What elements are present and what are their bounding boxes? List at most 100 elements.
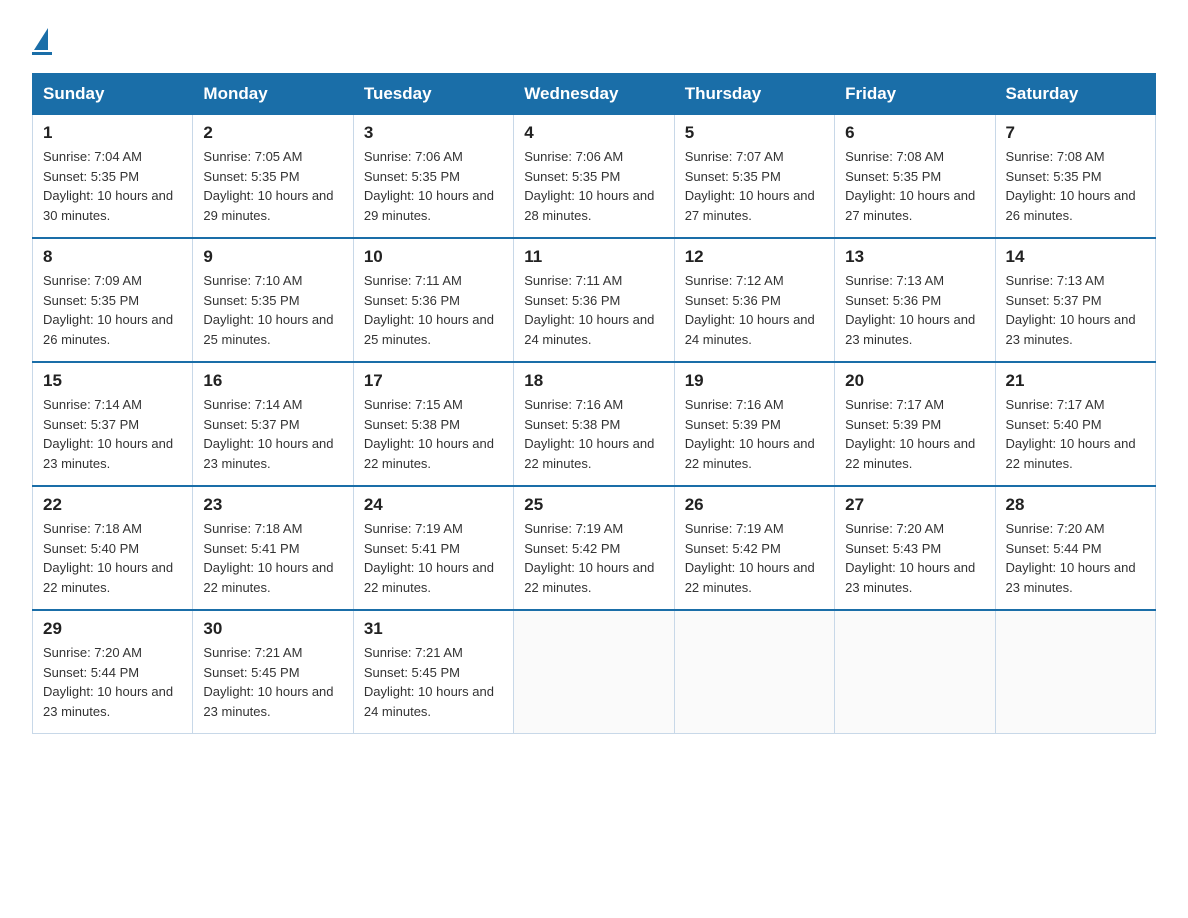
calendar-day-cell: 23 Sunrise: 7:18 AM Sunset: 5:41 PM Dayl… [193,486,353,610]
day-info: Sunrise: 7:08 AM Sunset: 5:35 PM Dayligh… [1006,147,1145,225]
day-number: 12 [685,247,824,267]
day-info: Sunrise: 7:08 AM Sunset: 5:35 PM Dayligh… [845,147,984,225]
weekday-header-cell: Monday [193,74,353,115]
day-number: 5 [685,123,824,143]
day-number: 20 [845,371,984,391]
day-number: 18 [524,371,663,391]
calendar-day-cell: 15 Sunrise: 7:14 AM Sunset: 5:37 PM Dayl… [33,362,193,486]
logo-triangle-icon [34,28,48,50]
calendar-day-cell [674,610,834,734]
day-info: Sunrise: 7:06 AM Sunset: 5:35 PM Dayligh… [364,147,503,225]
calendar-day-cell: 5 Sunrise: 7:07 AM Sunset: 5:35 PM Dayli… [674,115,834,239]
calendar-day-cell: 21 Sunrise: 7:17 AM Sunset: 5:40 PM Dayl… [995,362,1155,486]
calendar-day-cell: 29 Sunrise: 7:20 AM Sunset: 5:44 PM Dayl… [33,610,193,734]
weekday-header-cell: Friday [835,74,995,115]
day-info: Sunrise: 7:04 AM Sunset: 5:35 PM Dayligh… [43,147,182,225]
day-info: Sunrise: 7:20 AM Sunset: 5:44 PM Dayligh… [43,643,182,721]
day-info: Sunrise: 7:05 AM Sunset: 5:35 PM Dayligh… [203,147,342,225]
day-info: Sunrise: 7:20 AM Sunset: 5:44 PM Dayligh… [1006,519,1145,597]
calendar-day-cell: 12 Sunrise: 7:12 AM Sunset: 5:36 PM Dayl… [674,238,834,362]
day-number: 11 [524,247,663,267]
day-info: Sunrise: 7:06 AM Sunset: 5:35 PM Dayligh… [524,147,663,225]
day-info: Sunrise: 7:16 AM Sunset: 5:39 PM Dayligh… [685,395,824,473]
day-number: 30 [203,619,342,639]
day-number: 27 [845,495,984,515]
calendar-day-cell: 22 Sunrise: 7:18 AM Sunset: 5:40 PM Dayl… [33,486,193,610]
calendar-day-cell: 24 Sunrise: 7:19 AM Sunset: 5:41 PM Dayl… [353,486,513,610]
day-info: Sunrise: 7:17 AM Sunset: 5:40 PM Dayligh… [1006,395,1145,473]
day-number: 31 [364,619,503,639]
calendar-day-cell: 18 Sunrise: 7:16 AM Sunset: 5:38 PM Dayl… [514,362,674,486]
calendar-day-cell: 16 Sunrise: 7:14 AM Sunset: 5:37 PM Dayl… [193,362,353,486]
day-number: 17 [364,371,503,391]
logo [32,24,52,55]
day-info: Sunrise: 7:12 AM Sunset: 5:36 PM Dayligh… [685,271,824,349]
calendar-day-cell: 19 Sunrise: 7:16 AM Sunset: 5:39 PM Dayl… [674,362,834,486]
weekday-header-cell: Wednesday [514,74,674,115]
calendar-day-cell: 6 Sunrise: 7:08 AM Sunset: 5:35 PM Dayli… [835,115,995,239]
day-number: 19 [685,371,824,391]
weekday-header-cell: Sunday [33,74,193,115]
calendar-day-cell: 31 Sunrise: 7:21 AM Sunset: 5:45 PM Dayl… [353,610,513,734]
day-info: Sunrise: 7:18 AM Sunset: 5:40 PM Dayligh… [43,519,182,597]
day-info: Sunrise: 7:14 AM Sunset: 5:37 PM Dayligh… [43,395,182,473]
day-number: 8 [43,247,182,267]
calendar-day-cell: 17 Sunrise: 7:15 AM Sunset: 5:38 PM Dayl… [353,362,513,486]
day-info: Sunrise: 7:10 AM Sunset: 5:35 PM Dayligh… [203,271,342,349]
calendar-day-cell: 28 Sunrise: 7:20 AM Sunset: 5:44 PM Dayl… [995,486,1155,610]
day-info: Sunrise: 7:17 AM Sunset: 5:39 PM Dayligh… [845,395,984,473]
weekday-header-cell: Tuesday [353,74,513,115]
day-number: 25 [524,495,663,515]
calendar-day-cell [995,610,1155,734]
calendar-day-cell: 4 Sunrise: 7:06 AM Sunset: 5:35 PM Dayli… [514,115,674,239]
day-number: 15 [43,371,182,391]
day-number: 29 [43,619,182,639]
logo-underline [32,52,52,55]
calendar-day-cell: 10 Sunrise: 7:11 AM Sunset: 5:36 PM Dayl… [353,238,513,362]
day-number: 10 [364,247,503,267]
day-info: Sunrise: 7:15 AM Sunset: 5:38 PM Dayligh… [364,395,503,473]
day-info: Sunrise: 7:11 AM Sunset: 5:36 PM Dayligh… [524,271,663,349]
calendar-day-cell: 13 Sunrise: 7:13 AM Sunset: 5:36 PM Dayl… [835,238,995,362]
day-info: Sunrise: 7:19 AM Sunset: 5:41 PM Dayligh… [364,519,503,597]
day-number: 21 [1006,371,1145,391]
weekday-header-row: SundayMondayTuesdayWednesdayThursdayFrid… [33,74,1156,115]
day-number: 9 [203,247,342,267]
calendar-day-cell: 8 Sunrise: 7:09 AM Sunset: 5:35 PM Dayli… [33,238,193,362]
day-number: 23 [203,495,342,515]
weekday-header-cell: Thursday [674,74,834,115]
calendar-day-cell: 14 Sunrise: 7:13 AM Sunset: 5:37 PM Dayl… [995,238,1155,362]
calendar-week-row: 1 Sunrise: 7:04 AM Sunset: 5:35 PM Dayli… [33,115,1156,239]
calendar-day-cell: 3 Sunrise: 7:06 AM Sunset: 5:35 PM Dayli… [353,115,513,239]
day-number: 22 [43,495,182,515]
calendar-day-cell: 1 Sunrise: 7:04 AM Sunset: 5:35 PM Dayli… [33,115,193,239]
day-number: 2 [203,123,342,143]
day-info: Sunrise: 7:21 AM Sunset: 5:45 PM Dayligh… [364,643,503,721]
day-info: Sunrise: 7:19 AM Sunset: 5:42 PM Dayligh… [685,519,824,597]
day-number: 1 [43,123,182,143]
day-info: Sunrise: 7:13 AM Sunset: 5:36 PM Dayligh… [845,271,984,349]
day-number: 14 [1006,247,1145,267]
header [32,24,1156,55]
day-info: Sunrise: 7:11 AM Sunset: 5:36 PM Dayligh… [364,271,503,349]
day-number: 28 [1006,495,1145,515]
calendar-day-cell: 25 Sunrise: 7:19 AM Sunset: 5:42 PM Dayl… [514,486,674,610]
day-number: 3 [364,123,503,143]
calendar-day-cell: 11 Sunrise: 7:11 AM Sunset: 5:36 PM Dayl… [514,238,674,362]
calendar-week-row: 22 Sunrise: 7:18 AM Sunset: 5:40 PM Dayl… [33,486,1156,610]
weekday-header-cell: Saturday [995,74,1155,115]
calendar-day-cell [835,610,995,734]
calendar-day-cell: 9 Sunrise: 7:10 AM Sunset: 5:35 PM Dayli… [193,238,353,362]
calendar-day-cell [514,610,674,734]
day-number: 16 [203,371,342,391]
day-info: Sunrise: 7:19 AM Sunset: 5:42 PM Dayligh… [524,519,663,597]
day-number: 24 [364,495,503,515]
calendar-day-cell: 27 Sunrise: 7:20 AM Sunset: 5:43 PM Dayl… [835,486,995,610]
day-number: 7 [1006,123,1145,143]
day-number: 4 [524,123,663,143]
day-info: Sunrise: 7:18 AM Sunset: 5:41 PM Dayligh… [203,519,342,597]
day-info: Sunrise: 7:21 AM Sunset: 5:45 PM Dayligh… [203,643,342,721]
calendar-body: 1 Sunrise: 7:04 AM Sunset: 5:35 PM Dayli… [33,115,1156,734]
calendar-day-cell: 2 Sunrise: 7:05 AM Sunset: 5:35 PM Dayli… [193,115,353,239]
calendar-table: SundayMondayTuesdayWednesdayThursdayFrid… [32,73,1156,734]
